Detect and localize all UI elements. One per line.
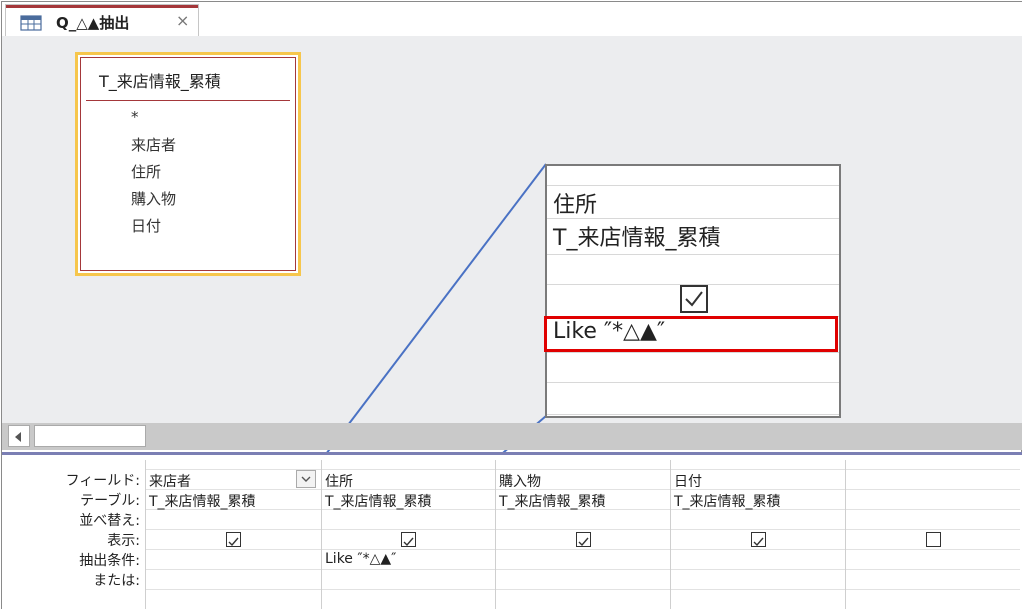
- check-icon: [753, 537, 764, 547]
- zoom-table: T_来店情報_累積: [553, 226, 721, 251]
- show-checkbox[interactable]: [226, 532, 241, 547]
- field-dropdown-button[interactable]: [296, 470, 316, 488]
- grid-line: [145, 529, 1020, 530]
- zoom-row: 住所: [547, 185, 839, 219]
- arrow-left-icon: [15, 432, 21, 442]
- row-label-field: フィールド:: [65, 473, 140, 489]
- zoom-field: 住所: [553, 193, 598, 218]
- zoom-row: [547, 284, 839, 317]
- zoom-row: [547, 254, 839, 285]
- grid-line: [145, 549, 1020, 550]
- grid-column: [321, 460, 322, 609]
- grid-column: [845, 460, 846, 609]
- row-label-sort: 並べ替え:: [79, 513, 140, 529]
- grid-line: [145, 489, 1020, 490]
- grid-criteria-cell[interactable]: Like ″*△▲″: [325, 551, 396, 567]
- row-label-table: テーブル:: [80, 493, 140, 509]
- grid-line: [145, 569, 1020, 570]
- grid-line: [145, 469, 1020, 470]
- zoom-callout: 住所 T_来店情報_累積 Like ″*△▲″: [545, 164, 841, 418]
- row-label-or: または:: [93, 573, 140, 589]
- row-label-criteria: 抽出条件:: [79, 553, 140, 569]
- zoom-row: [547, 352, 839, 383]
- grid-column: [145, 460, 146, 609]
- grid-column: [495, 460, 496, 609]
- row-label-show: 表示:: [107, 533, 140, 549]
- grid-field-cell[interactable]: 日付: [674, 471, 702, 491]
- grid-field-cell[interactable]: 住所: [325, 471, 353, 491]
- scroll-thumb[interactable]: [34, 425, 146, 447]
- show-checkbox[interactable]: [576, 532, 591, 547]
- show-checkbox-empty[interactable]: [926, 532, 941, 547]
- check-icon: [228, 537, 239, 547]
- grid-column: [670, 460, 671, 609]
- zoom-row: T_来店情報_累積: [547, 218, 839, 255]
- chevron-down-icon: [301, 476, 311, 482]
- check-icon: [403, 537, 414, 547]
- zoom-row: [547, 166, 839, 186]
- grid-field-cell[interactable]: 来店者: [149, 471, 191, 491]
- grid-table-cell[interactable]: T_来店情報_累積: [674, 491, 781, 511]
- show-checkbox[interactable]: [401, 532, 416, 547]
- horizontal-scrollbar[interactable]: [2, 423, 1022, 450]
- query-grid: 来店者 T_来店情報_累積 住所 T_来店情報_累積 Like ″*△▲″ 購入…: [145, 460, 1020, 609]
- scroll-left-button[interactable]: [8, 425, 30, 447]
- grid-line: [145, 589, 1020, 590]
- zoom-row: [547, 382, 839, 415]
- grid-field-cell[interactable]: 購入物: [499, 471, 541, 491]
- criteria-highlight-box: [544, 316, 838, 352]
- check-icon: [578, 537, 589, 547]
- grid-table-cell[interactable]: T_来店情報_累積: [149, 491, 256, 511]
- grid-table-cell[interactable]: T_来店情報_累積: [499, 491, 606, 511]
- show-checkbox[interactable]: [751, 532, 766, 547]
- grid-table-cell[interactable]: T_来店情報_累積: [325, 491, 432, 511]
